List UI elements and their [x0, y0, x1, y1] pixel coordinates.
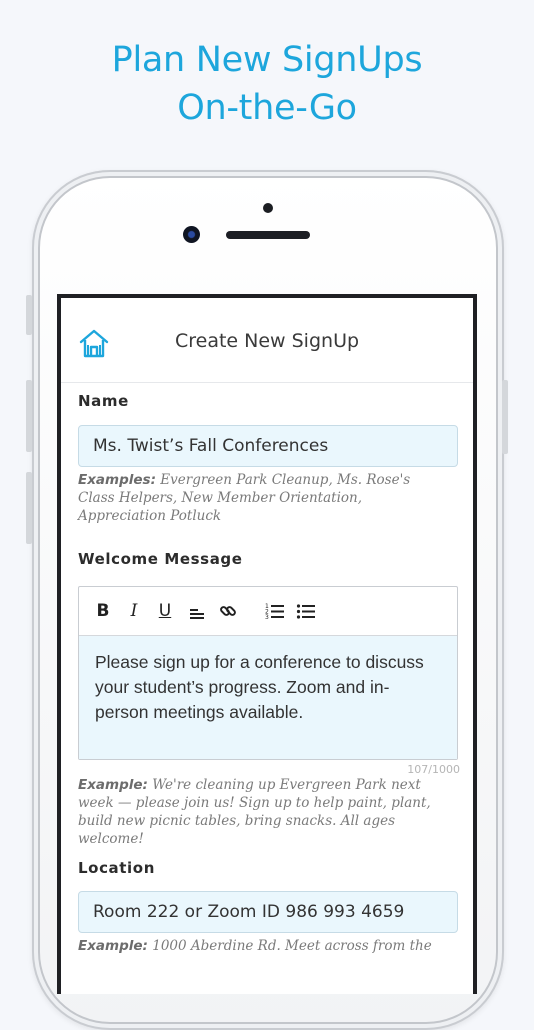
welcome-hint: Example: We're cleaning up Evergreen Par…: [78, 776, 438, 848]
italic-icon[interactable]: I: [123, 600, 145, 622]
underline-icon[interactable]: U: [154, 600, 176, 622]
phone-camera: [183, 226, 200, 243]
name-hint: Examples: Evergreen Park Cleanup, Ms. Ro…: [78, 471, 448, 525]
location-hint: Example: 1000 Aberdine Rd. Meet across f…: [78, 937, 448, 955]
headline-line-1: Plan New SignUps: [111, 40, 423, 80]
welcome-editor: B I U 1 2 3 Please sign up for a confere…: [78, 586, 458, 760]
phone-volume-down: [26, 472, 32, 544]
headline-line-2: On-the-Go: [177, 88, 357, 128]
page-title: Create New SignUp: [174, 330, 360, 352]
bullet-list-icon[interactable]: [295, 600, 317, 622]
svg-text:3: 3: [265, 614, 269, 620]
top-bar: Create New SignUp: [61, 298, 473, 383]
location-field[interactable]: Room 222 or Zoom ID 986 993 4659: [78, 891, 458, 933]
location-label: Location: [78, 859, 155, 877]
phone-power-button: [502, 380, 508, 454]
welcome-label: Welcome Message: [78, 550, 243, 568]
name-label: Name: [78, 392, 129, 410]
phone-speaker: [226, 231, 310, 239]
name-hint-prefix: Examples:: [78, 472, 156, 488]
phone-mute-switch: [26, 295, 32, 335]
editor-toolbar: B I U 1 2 3: [79, 587, 457, 636]
character-counter: 107/1000: [407, 763, 460, 776]
phone-sensor: [263, 203, 273, 213]
welcome-message-input[interactable]: Please sign up for a conference to discu…: [79, 636, 457, 759]
location-hint-text: 1000 Aberdine Rd. Meet across from the: [152, 938, 432, 954]
align-icon[interactable]: [186, 600, 208, 622]
phone-volume-up: [26, 380, 32, 452]
location-hint-prefix: Example:: [78, 938, 148, 954]
ordered-list-icon[interactable]: 1 2 3: [264, 600, 286, 622]
link-icon[interactable]: [217, 600, 239, 622]
headline: Plan New SignUps On-the-Go: [0, 36, 534, 132]
app-screen: Create New SignUp Name Ms. Twist’s Fall …: [57, 294, 477, 994]
bold-icon[interactable]: B: [92, 600, 114, 622]
welcome-hint-prefix: Example:: [78, 777, 148, 793]
name-field[interactable]: Ms. Twist’s Fall Conferences: [78, 425, 458, 467]
